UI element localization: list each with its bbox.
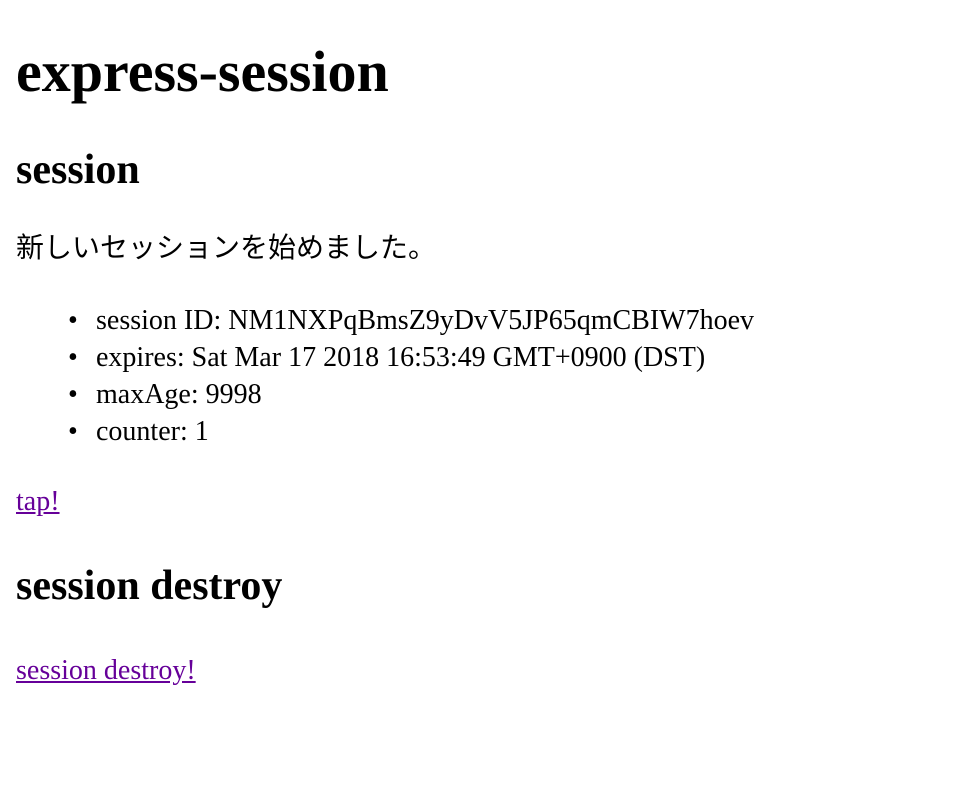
page-title: express-session [16,39,389,104]
session-destroy-link[interactable]: session destroy! [16,655,196,686]
page-container: express-session session 新しいセッションを始めました。 … [0,0,960,690]
session-info-list: session ID: NM1NXPqBmsZ9yDvV5JP65qmCBIW7… [16,302,944,450]
counter-item: counter: 1 [68,413,944,450]
expires-item: expires: Sat Mar 17 2018 16:53:49 GMT+09… [68,339,944,376]
session-notice: 新しいセッションを始めました。 [16,230,437,264]
session-destroy-heading: session destroy [16,562,283,609]
destroy-link-container: session destroy! [16,653,944,689]
session-heading: session [16,147,140,194]
tap-link-container: tap! [16,484,944,520]
max-age-item: maxAge: 9998 [68,376,944,413]
session-id-item: session ID: NM1NXPqBmsZ9yDvV5JP65qmCBIW7… [68,302,944,339]
tap-link[interactable]: tap! [16,486,60,517]
